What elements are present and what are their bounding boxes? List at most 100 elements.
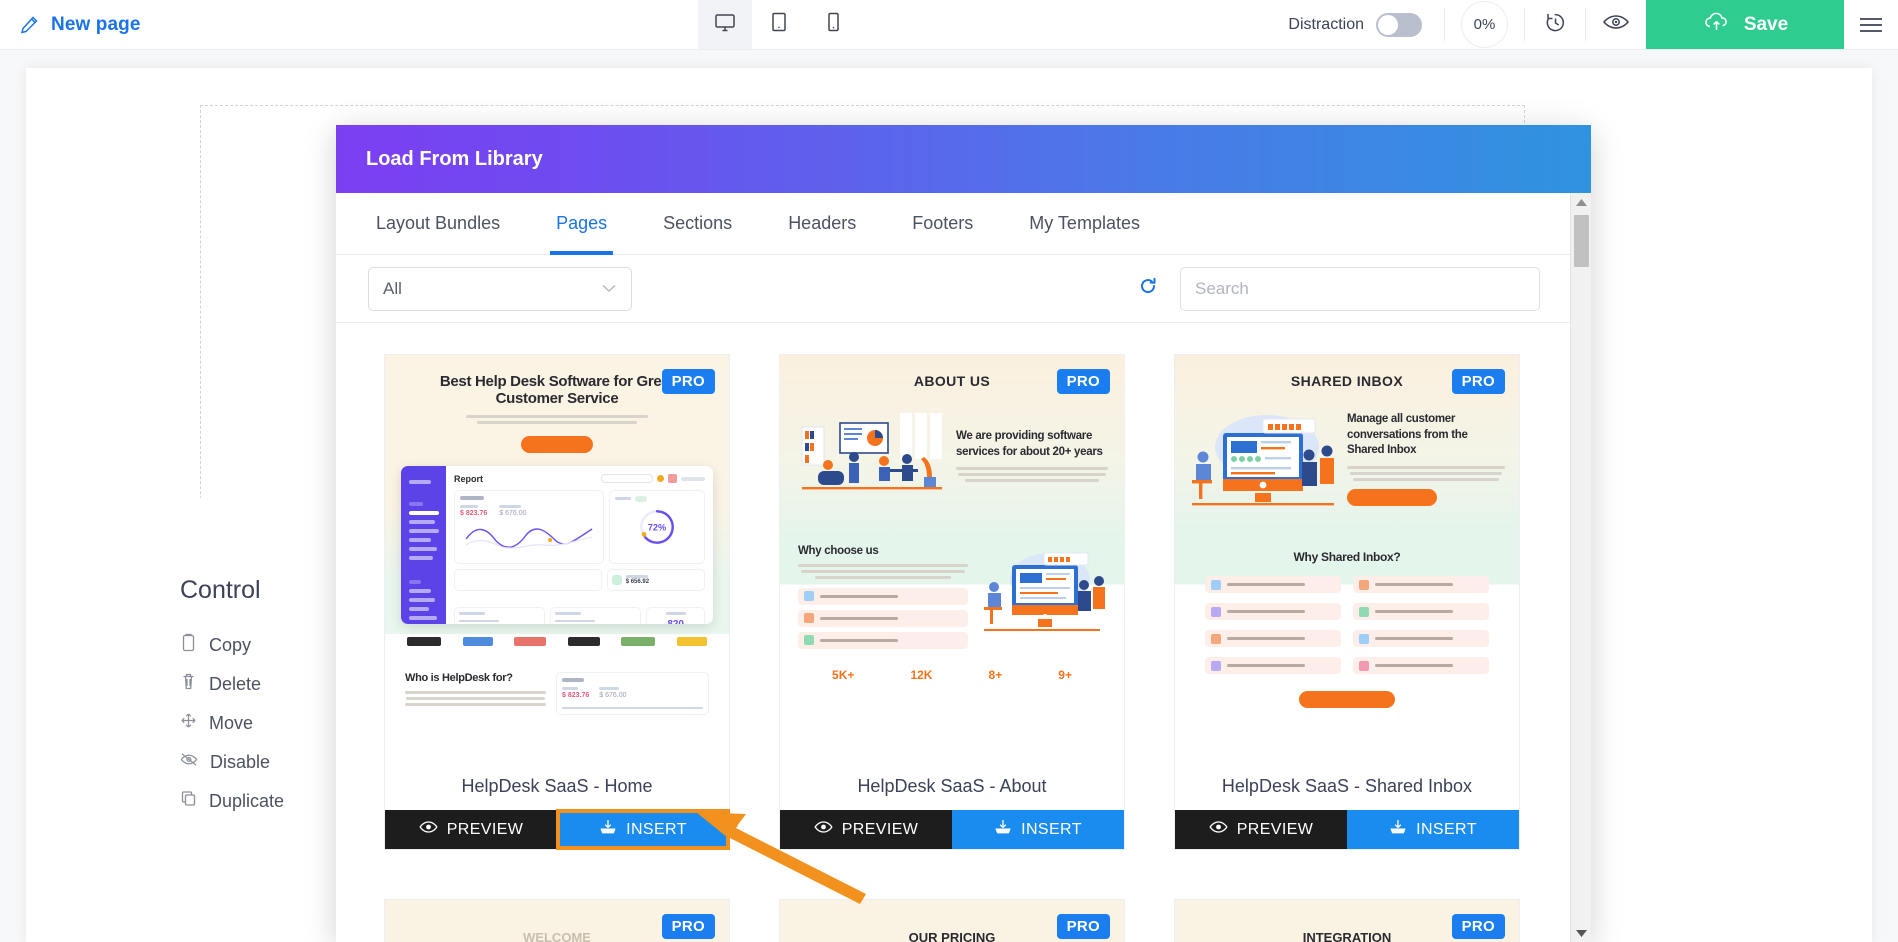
preview-label: PREVIEW — [446, 820, 524, 838]
thumb-why-inbox-block: Why Shared Inbox? — [1175, 511, 1519, 709]
distraction-label: Distraction — [1288, 15, 1364, 33]
thumb-inbox-block: Manage all customer conversations from t… — [1175, 389, 1519, 511]
mock-dashboard-title: Report — [454, 473, 483, 484]
save-button[interactable]: Save — [1646, 0, 1844, 49]
mock-metric-value: $ 823.76 — [460, 509, 488, 517]
hamburger-menu-icon[interactable] — [1844, 0, 1898, 49]
feature-item — [1205, 603, 1341, 621]
insert-label: INSERT — [1021, 820, 1082, 838]
top-toolbar: New page Distraction 0% Save — [0, 0, 1898, 50]
thumb-dashboard-mock: Report $ 823.76 $ 676.00 72% $ 656.92 — [401, 465, 713, 624]
tab-sections[interactable]: Sections — [635, 193, 760, 254]
duplicate-icon — [180, 789, 197, 813]
trash-icon — [180, 672, 197, 696]
app-root: Control Copy Delete Move Disable Duplica… — [0, 0, 1898, 942]
preview-button[interactable] — [1586, 0, 1646, 49]
thumb-about-block: We are providing software services for a… — [780, 389, 1124, 505]
tab-layout-bundles[interactable]: Layout Bundles — [348, 193, 528, 254]
distraction-toggle[interactable] — [1376, 12, 1422, 37]
templates-scroll-area[interactable]: PRO Best Help Desk Software for Great Cu… — [336, 323, 1570, 942]
template-thumbnail[interactable]: PRO OUR PRICING — [780, 900, 1124, 942]
svg-text:72%: 72% — [648, 522, 666, 532]
device-mobile-button[interactable] — [806, 0, 860, 49]
toolbar-right: Distraction 0% Save — [1288, 0, 1898, 49]
insert-button[interactable]: INSERT — [1347, 810, 1519, 849]
thumb-section-title: Why choose us — [798, 545, 879, 558]
chevron-down-icon — [601, 281, 617, 296]
mock-metric-value: $ 676.00 — [499, 509, 527, 517]
device-tablet-button[interactable] — [752, 0, 806, 49]
monitor-illustration — [984, 552, 1105, 632]
mock-visitors-value: 820 — [651, 619, 700, 624]
preview-button[interactable]: PREVIEW — [780, 810, 952, 849]
tab-pages[interactable]: Pages — [528, 193, 635, 255]
thumb-bottom-cta-button — [1299, 691, 1395, 709]
thumb-logo-strip — [385, 624, 729, 646]
control-item-label: Disable — [210, 751, 271, 772]
template-card[interactable]: PRO INTEGRATION — [1174, 899, 1520, 942]
refresh-icon[interactable] — [1138, 276, 1158, 301]
eye-icon — [1602, 11, 1630, 38]
modal-title: Load From Library — [366, 147, 543, 170]
tab-headers[interactable]: Headers — [760, 193, 884, 254]
pencil-icon[interactable] — [18, 14, 40, 36]
category-select[interactable]: All — [368, 266, 632, 311]
modal-scrollbar[interactable] — [1570, 193, 1591, 942]
control-item-label: Delete — [209, 673, 262, 694]
preview-label: PREVIEW — [841, 820, 919, 838]
office-illustration — [801, 413, 942, 490]
preview-button[interactable]: PREVIEW — [1175, 810, 1347, 849]
scroll-down-arrow-icon[interactable] — [1575, 924, 1587, 942]
logo-ebay — [462, 636, 493, 646]
insert-download-icon — [599, 819, 617, 840]
template-thumbnail[interactable]: PRO INTEGRATION — [1175, 900, 1519, 942]
template-card[interactable]: PRO SHARED INBOX Manage all customer con… — [1174, 354, 1520, 850]
insert-button[interactable]: INSERT — [952, 810, 1124, 849]
template-thumbnail[interactable]: PRO ABOUT US We are providing software s… — [780, 355, 1124, 765]
scrollbar-track[interactable] — [1571, 211, 1591, 924]
copy-icon — [180, 633, 197, 657]
thumb-cta-button — [521, 435, 593, 453]
template-thumbnail[interactable]: PRO WELCOME — [385, 900, 729, 942]
template-card[interactable]: PRO OUR PRICING — [779, 899, 1125, 942]
device-desktop-button[interactable] — [698, 0, 752, 49]
mock-metric-value: $ 823.76 — [562, 691, 590, 699]
pro-badge: PRO — [661, 369, 715, 394]
mock-order-value: $ 656.92 — [625, 578, 650, 585]
page-title[interactable]: New page — [51, 14, 141, 36]
tab-footers[interactable]: Footers — [884, 193, 1001, 254]
pro-badge: PRO — [661, 914, 715, 939]
template-card[interactable]: PRO WELCOME — [384, 899, 730, 942]
logo-aliexpress — [514, 636, 547, 646]
thumb-second-section: Who is HelpDesk for? $ 823.76 $ 676.00 — [385, 646, 729, 715]
insert-label: INSERT — [626, 820, 687, 838]
modal-tabs: Layout Bundles Pages Sections Headers Fo… — [336, 193, 1570, 255]
search-input[interactable] — [1180, 266, 1540, 311]
template-thumbnail[interactable]: PRO SHARED INBOX Manage all customer con… — [1175, 355, 1519, 765]
logo-amazon — [407, 636, 441, 646]
template-thumbnail[interactable]: PRO Best Help Desk Software for Great Cu… — [385, 355, 729, 765]
thumb-paragraph — [405, 414, 709, 424]
template-card[interactable]: PRO ABOUT US We are providing software s… — [779, 354, 1125, 850]
thumb-section-title: Who is HelpDesk for? — [405, 671, 513, 684]
insert-button[interactable]: INSERT — [556, 809, 730, 850]
template-card-name: HelpDesk SaaS - Shared Inbox — [1221, 776, 1473, 796]
template-card[interactable]: PRO Best Help Desk Software for Great Cu… — [384, 354, 730, 850]
scroll-up-arrow-icon[interactable] — [1575, 193, 1587, 211]
history-button[interactable] — [1525, 0, 1585, 49]
scrollbar-thumb[interactable] — [1574, 215, 1589, 267]
cloud-upload-icon — [1702, 10, 1732, 40]
eye-icon — [814, 820, 833, 839]
templates-grid: PRO Best Help Desk Software for Great Cu… — [336, 323, 1570, 942]
tab-my-templates[interactable]: My Templates — [1001, 193, 1168, 254]
feature-item — [1205, 657, 1341, 675]
zoom-level-badge[interactable]: 0% — [1445, 0, 1524, 49]
history-undo-icon — [1543, 10, 1568, 40]
eye-slash-icon — [180, 750, 198, 774]
control-item-label: Copy — [209, 634, 252, 655]
template-card-actions: PREVIEW INSERT — [385, 809, 730, 850]
modal-header: Load From Library — [336, 125, 1591, 193]
preview-button[interactable]: PREVIEW — [385, 810, 557, 849]
feature-item — [1205, 630, 1341, 648]
mock-sidebar — [401, 465, 446, 624]
